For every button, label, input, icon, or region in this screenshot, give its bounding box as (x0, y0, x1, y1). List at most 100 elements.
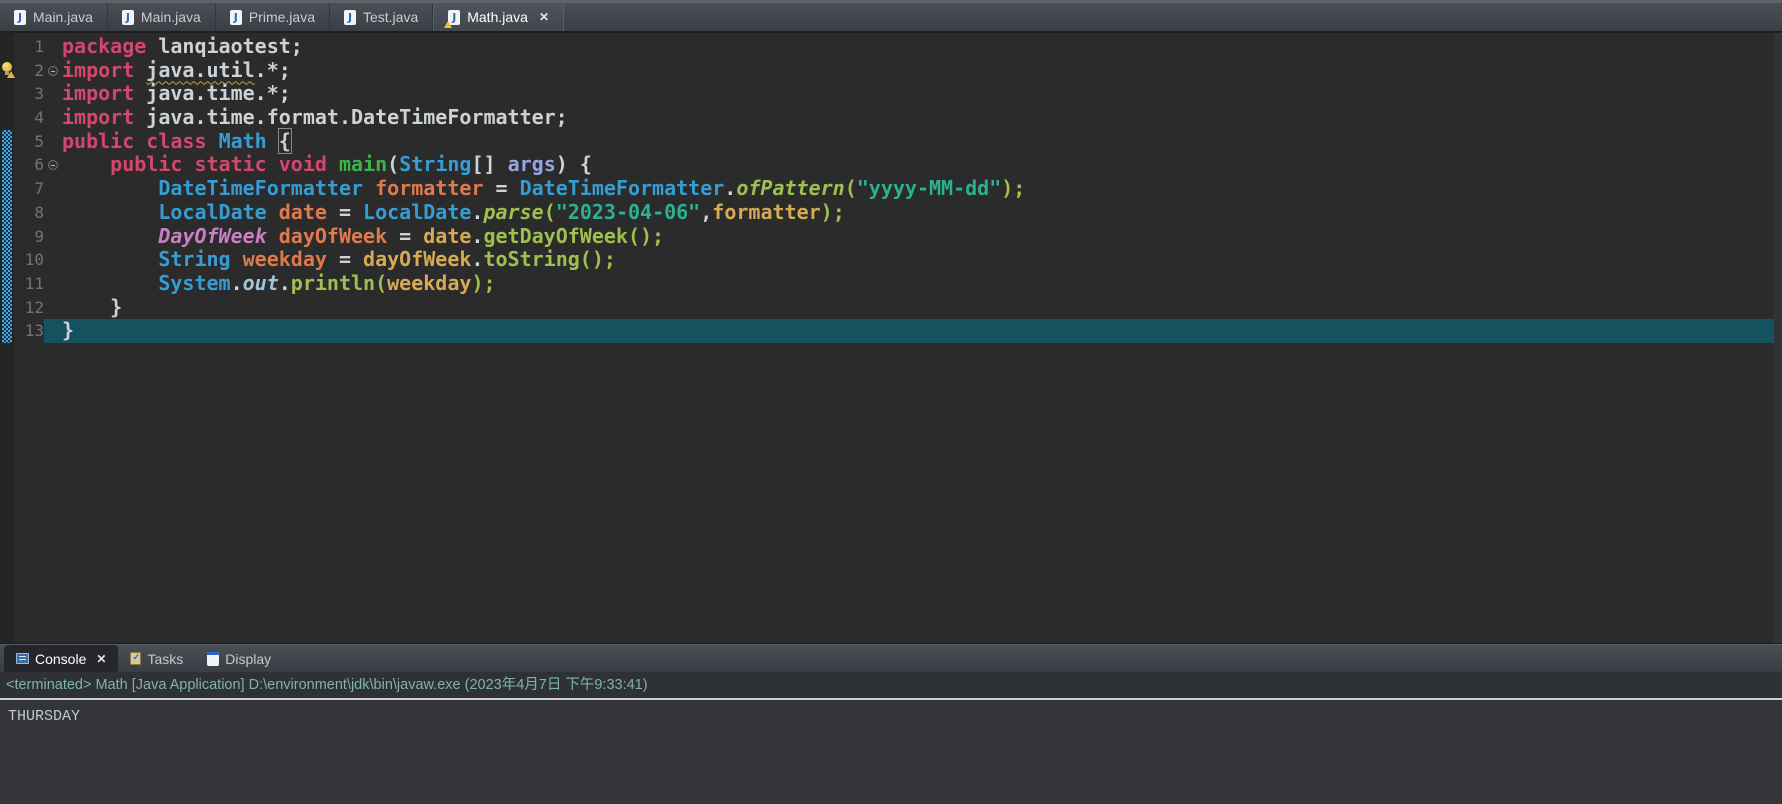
code-token: . (471, 247, 483, 271)
code-token: toString (483, 247, 579, 271)
console-tab-bar: Console ✕ Tasks Display (0, 644, 1782, 672)
code-token: java.time.format.DateTimeFormatter; (134, 105, 567, 129)
tab-label: Console (35, 651, 86, 667)
editor-tab-test.java[interactable]: JTest.java (330, 3, 433, 31)
console-tab-display[interactable]: Display (195, 645, 283, 672)
console-tab-console[interactable]: Console ✕ (4, 645, 118, 672)
code-line-10[interactable]: String weekday = dayOfWeek.toString(); (62, 248, 1774, 272)
java-file-icon: J (14, 10, 26, 25)
code-token (267, 200, 279, 224)
code-token: import (62, 105, 134, 129)
line-number: 2 (14, 59, 44, 83)
code-token: DayOfWeek (158, 224, 266, 248)
code-token: import (62, 81, 134, 105)
code-token: DateTimeFormatter (158, 176, 363, 200)
close-icon[interactable]: ✕ (96, 652, 106, 666)
code-line-3[interactable]: import java.time.*; (62, 82, 1774, 106)
editor-tab-main.java[interactable]: J Main.java (0, 3, 108, 31)
editor-tab-main.java[interactable]: JMain.java (108, 3, 216, 31)
warning-overlay-icon (444, 21, 452, 28)
code-token (134, 58, 146, 82)
code-token: ); (471, 271, 495, 295)
code-token: . (231, 271, 243, 295)
code-token: . (279, 271, 291, 295)
code-token: } (62, 318, 74, 342)
code-line-6[interactable]: public static void main(String[] args) { (62, 153, 1774, 177)
code-line-7[interactable]: DateTimeFormatter formatter = DateTimeFo… (62, 177, 1774, 201)
line-number: 8 (14, 201, 44, 225)
code-token: lanqiaotest; (146, 34, 303, 58)
code-token (363, 176, 375, 200)
code-token: date (423, 224, 471, 248)
code-token: = (327, 247, 363, 271)
code-token: args (508, 152, 556, 176)
line-number: 3 (14, 82, 44, 106)
code-line-4[interactable]: import java.time.format.DateTimeFormatte… (62, 106, 1774, 130)
line-number: 11 (14, 272, 44, 296)
line-number: 7 (14, 177, 44, 201)
java-file-icon: J (122, 10, 134, 25)
fold-collapse-icon[interactable] (48, 66, 58, 76)
code-token: java.time.*; (134, 81, 291, 105)
code-token (207, 129, 219, 153)
code-token: public (110, 152, 182, 176)
code-token: .*; (255, 58, 291, 82)
code-line-5[interactable]: public class Math { (62, 130, 1774, 154)
code-line-12[interactable]: } (62, 296, 1774, 320)
console-output[interactable]: THURSDAY (0, 700, 1782, 804)
line-number: 1 (14, 35, 44, 59)
code-token: [] (471, 152, 507, 176)
code-token (62, 224, 158, 248)
code-token: import (62, 58, 134, 82)
editor-scrollbar[interactable] (1774, 33, 1782, 643)
code-token: = (327, 200, 363, 224)
code-token (231, 247, 243, 271)
line-number: 4 (14, 106, 44, 130)
code-token: println (291, 271, 375, 295)
fold-collapse-icon[interactable] (48, 160, 58, 170)
code-token: ( (845, 176, 857, 200)
tab-label: Tasks (147, 651, 183, 667)
code-token: . (724, 176, 736, 200)
code-token (267, 129, 279, 153)
code-line-13[interactable]: } (62, 319, 1774, 343)
code-token: String (158, 247, 230, 271)
close-icon[interactable]: ✕ (539, 10, 549, 24)
code-lines[interactable]: package lanqiaotest;import java.util.*;i… (62, 35, 1774, 343)
code-token: parse (483, 200, 543, 224)
code-line-1[interactable]: package lanqiaotest; (62, 35, 1774, 59)
code-token: date (279, 200, 327, 224)
editor-tab-prime.java[interactable]: JPrime.java (216, 3, 330, 31)
code-token: dayOfWeek (363, 247, 471, 271)
tasks-view-icon (130, 652, 141, 665)
code-line-11[interactable]: System.out.println(weekday); (62, 272, 1774, 296)
code-line-9[interactable]: DayOfWeek dayOfWeek = date.getDayOfWeek(… (62, 225, 1774, 249)
warning-underlined-text: java.util (146, 58, 254, 82)
code-token: . (471, 200, 483, 224)
code-token (62, 247, 158, 271)
line-number: 10 (14, 248, 44, 272)
editor-tab-math.java[interactable]: JMath.java✕ (433, 3, 564, 31)
code-line-2[interactable]: import java.util.*; (62, 59, 1774, 83)
code-token (182, 152, 194, 176)
code-token (62, 152, 110, 176)
tab-label: Main.java (33, 9, 93, 25)
code-token: DateTimeFormatter (520, 176, 725, 200)
console-tab-tasks[interactable]: Tasks (118, 645, 195, 672)
code-token: ( (375, 271, 387, 295)
code-editor[interactable]: 12345678910111213 package lanqiaotest;im… (0, 33, 1782, 643)
tab-label: Math.java (467, 9, 528, 25)
warning-quickfix-bulb-icon[interactable] (1, 62, 14, 77)
code-token: formatter (375, 176, 483, 200)
line-number: 13 (14, 319, 44, 343)
tab-label: Test.java (363, 9, 418, 25)
line-number: 9 (14, 225, 44, 249)
matched-brace: { (279, 129, 291, 153)
console-output-text: THURSDAY (0, 700, 1782, 725)
line-number-ruler[interactable]: 12345678910111213 (14, 35, 44, 343)
code-line-8[interactable]: LocalDate date = LocalDate.parse("2023-0… (62, 201, 1774, 225)
code-token: weekday (243, 247, 327, 271)
code-token: public (62, 129, 134, 153)
code-token: LocalDate (158, 200, 266, 224)
code-token: "2023-04-06" (556, 200, 701, 224)
